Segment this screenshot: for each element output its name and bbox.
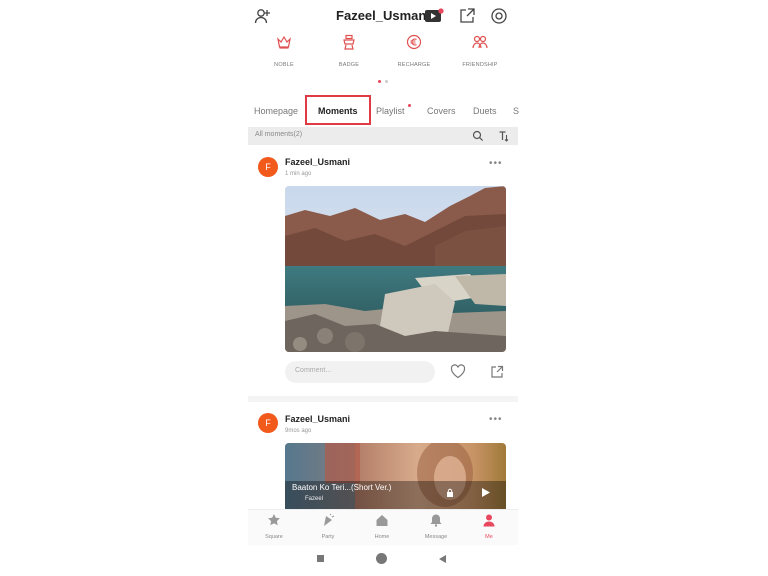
- video-post[interactable]: Baaton Ko Teri...(Short Ver.) Fazeel: [285, 443, 506, 509]
- video-subtitle: Fazeel: [305, 496, 324, 502]
- carousel-dot-active: [378, 80, 381, 83]
- post-time: 9mos ago: [285, 428, 312, 434]
- badge-icon: [343, 34, 355, 50]
- post-username[interactable]: Fazeel_Usmani: [285, 157, 350, 167]
- nav-message[interactable]: Message: [416, 513, 456, 540]
- moments-tab-highlight: [305, 95, 371, 125]
- video-channel-icon[interactable]: [424, 8, 444, 29]
- post-photo[interactable]: [285, 186, 506, 352]
- friendship-icon: [472, 35, 488, 49]
- nav-square[interactable]: Square: [254, 513, 294, 540]
- nav-home[interactable]: Home: [362, 513, 402, 540]
- user-icon: [483, 514, 495, 527]
- coin-icon: [406, 34, 422, 50]
- quick-link-friendship[interactable]: FRIENDSHIP: [450, 34, 510, 68]
- quick-link-noble[interactable]: NOBLE: [254, 34, 314, 68]
- star-icon: [268, 514, 280, 526]
- quick-link-recharge[interactable]: RECHARGE: [384, 34, 444, 68]
- bottom-navigation: Square Party Home Message Me: [248, 509, 518, 545]
- home-button-icon[interactable]: [376, 553, 387, 564]
- lock-icon: [447, 488, 453, 497]
- nav-party[interactable]: Party: [308, 513, 348, 540]
- quick-link-badge[interactable]: BADGE: [319, 34, 379, 68]
- party-icon: [324, 513, 335, 526]
- post-time: 1 min ago: [285, 171, 312, 177]
- comment-input[interactable]: Comment...: [285, 361, 435, 383]
- nav-me[interactable]: Me: [469, 513, 509, 540]
- crown-icon: [277, 35, 291, 49]
- back-icon[interactable]: [438, 554, 447, 564]
- heart-icon[interactable]: [450, 364, 466, 379]
- tab-covers[interactable]: Covers: [427, 106, 456, 116]
- post-divider: [248, 396, 518, 402]
- home-icon: [376, 515, 388, 526]
- play-icon[interactable]: [481, 487, 491, 498]
- share-post-icon[interactable]: [490, 365, 504, 379]
- filter-bar: All moments(2): [248, 127, 518, 145]
- share-icon[interactable]: [458, 7, 476, 30]
- tab-playlist[interactable]: Playlist: [376, 106, 405, 116]
- playlist-new-dot: [408, 104, 411, 107]
- comment-placeholder: Comment...: [295, 367, 332, 374]
- avatar[interactable]: F: [258, 157, 278, 177]
- search-icon[interactable]: [472, 130, 484, 142]
- system-nav-bar: [248, 545, 518, 576]
- more-options-icon[interactable]: •••: [489, 414, 503, 425]
- tab-homepage[interactable]: Homepage: [254, 106, 298, 116]
- video-title: Baaton Ko Teri...(Short Ver.): [292, 483, 392, 492]
- carousel-dot: [385, 80, 388, 83]
- tab-duets[interactable]: Duets: [473, 106, 497, 116]
- add-friend-icon[interactable]: [254, 7, 272, 30]
- tab-more[interactable]: S: [513, 106, 519, 116]
- recent-apps-icon[interactable]: [317, 555, 324, 562]
- settings-icon[interactable]: [490, 7, 508, 30]
- more-options-icon[interactable]: •••: [489, 158, 503, 169]
- bell-icon: [430, 514, 442, 527]
- sort-icon[interactable]: [498, 130, 510, 142]
- app-screen: Fazeel_Usmani NOBLE BADGE RECHARGE FRIEN…: [248, 0, 519, 576]
- post-username[interactable]: Fazeel_Usmani: [285, 414, 350, 424]
- avatar[interactable]: F: [258, 413, 278, 433]
- moments-count-label[interactable]: All moments(2): [255, 131, 302, 138]
